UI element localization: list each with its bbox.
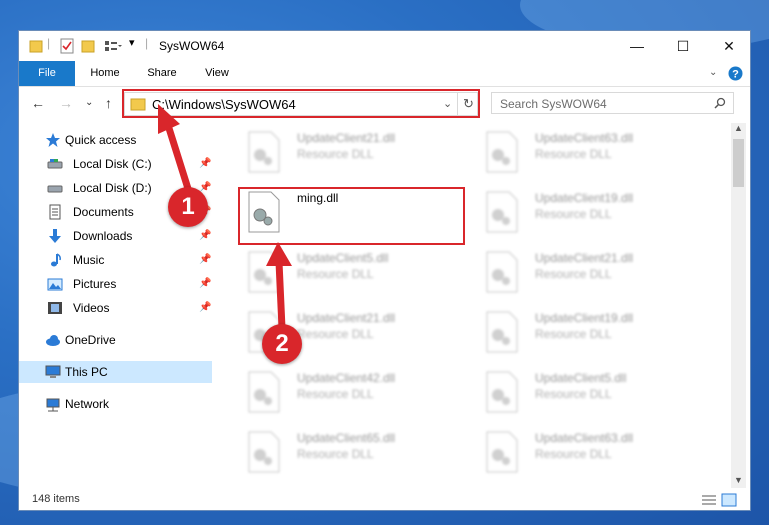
- step-1-badge: 1: [168, 187, 208, 227]
- step-2-badge: 2: [262, 324, 302, 364]
- arrow-head-step-2: [266, 242, 292, 266]
- annotation-arrows: [158, 104, 292, 332]
- arrow-step-1: [164, 121, 194, 199]
- arrow-step-2: [275, 258, 286, 332]
